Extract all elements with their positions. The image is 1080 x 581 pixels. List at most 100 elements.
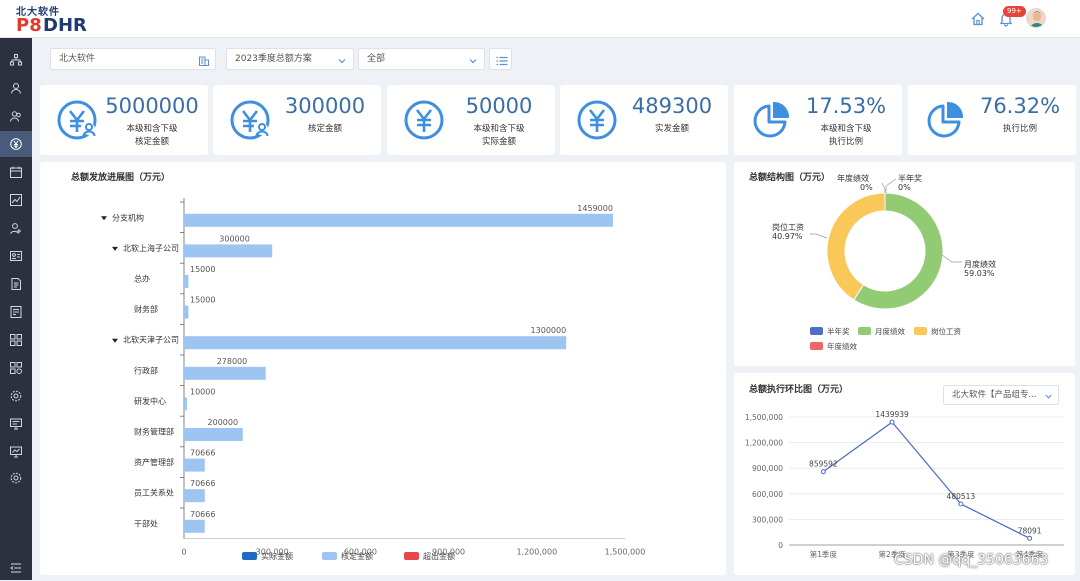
yen-person-icon [56,99,98,141]
home-icon[interactable] [970,11,986,27]
sidebar-item-people-icon[interactable] [0,103,32,129]
x-tick-label: 1,200,000 [516,548,557,557]
logo-dhr-text: DHR [43,15,87,36]
sidebar-item-trend-icon[interactable] [0,187,32,213]
donut-chart: 年度绩效0%半年奖0%月度绩效59.03%岗位工资40.97%半年奖 月度绩效 岗位… [772,173,996,351]
yen-person-icon [229,99,271,141]
kpi-label-line2: 实际金额 [481,137,516,147]
category-label: 员工关系处 [134,488,174,498]
category-label: 北软天津子公司 [123,335,179,345]
legend-label: 核定金额 [341,551,373,561]
legend-swatch [322,552,337,560]
chevron-down-icon [337,54,347,64]
building-icon [199,54,209,66]
sidebar-item-document-icon[interactable] [0,271,32,297]
kpi-label: 实发金额 [620,123,724,136]
sidebar-item-salary-icon[interactable] [0,131,32,157]
line-chart: 0 300,000 600,000 900,000 1,200,000 1,500,000… [745,410,1064,559]
category-label: 资产管理部 [134,457,174,467]
legend-label: 岗位工资 [931,326,961,336]
sidebar-item-org-icon[interactable] [0,47,32,73]
legend-swatch [914,327,927,335]
sidebar-item-config-icon[interactable] [0,465,32,491]
sidebar-item-apps-icon[interactable] [0,327,32,353]
bar-chart: 0 300,000 600,000 900,000 1,200,000 1,500,000… [101,198,646,561]
bar-value-label: 70666 [190,510,215,519]
kpi-label: 核定金额 [273,123,377,136]
x-tick-label: 1,500,000 [605,548,646,557]
watermark: CSDN @qq_35063663 [894,552,1049,568]
company-select[interactable]: 北大软件 [50,48,216,70]
sidebar-item-settings-icon[interactable] [0,383,32,409]
approved-bar [184,519,205,533]
sidebar-collapse-icon[interactable] [0,555,32,581]
kpi-label-line1: 本级和含下级 [473,124,525,134]
legend-label: 月度绩效 [875,326,905,336]
kpi-card: 50000 本级和含下级 实际金额 [387,85,555,155]
donut-label-line [881,182,886,193]
legend-swatch [242,552,257,560]
legend-swatch [810,342,823,350]
donut-label-pct: 0% [860,183,873,192]
kpi-label-line1: 核定金额 [307,124,342,134]
sidebar-item-report-icon[interactable] [0,299,32,325]
donut-label-name: 年度绩效 [837,173,869,183]
line-chart-panel: 总额执行环比图（万元） 北大软件【产品组专... 0 300,000 600,000… [734,373,1075,575]
kpi-card: 489300 实发金额 [560,85,728,155]
bar-value-label: 278000 [217,357,248,366]
donut-label-name: 半年奖 [898,173,922,183]
legend-swatch [810,327,823,335]
series-line [822,421,1030,539]
donut-label-line [941,254,962,263]
kpi-label-line2: 执行比例 [828,137,863,147]
sidebar-item-grid-icon[interactable] [0,355,32,381]
scope-select-value: 全部 [367,54,386,64]
approved-bar [184,213,613,227]
y-tick-label: 0 [778,541,783,550]
sidebar-item-user-card-icon[interactable] [0,243,32,269]
scope-select[interactable]: 全部 [358,48,485,70]
bar-value-label: 200000 [208,418,239,427]
plan-select[interactable]: 2023季度总额方案 [226,48,354,70]
sidebar-item-calendar-icon[interactable] [0,159,32,185]
user-avatar[interactable] [1026,8,1046,28]
tree-expand-icon [112,338,118,343]
approved-bar [184,489,205,503]
kpi-label: 本级和含下级 实际金额 [447,123,551,149]
x-tick-label: 0 [181,548,186,557]
donut-chart-panel: 总额结构图（万元） 年度绩效 0% 半年奖 0% 月度绩效 59.03% 岗位工资 40.97… [734,162,1075,366]
category-label: 行政部 [134,365,158,375]
bar-value-label: 1300000 [531,326,567,335]
kpi-value: 76.32% [979,94,1061,118]
list-view-button[interactable] [489,48,512,70]
category-label: 研发中心 [134,396,166,406]
donut-label-pct: 59.03% [964,269,995,278]
approved-bar [184,458,205,472]
y-tick-label: 600,000 [752,490,783,499]
donut-label-pct: 0% [898,183,911,192]
kpi-card: 5000000 本级和含下级 核定金额 [40,85,208,155]
kpi-value: 17.53% [805,94,887,118]
kpi-label-line1: 执行比例 [1002,124,1037,134]
kpi-value: 50000 [465,94,533,118]
kpi-card: 300000 核定金额 [213,85,381,155]
kpi-label-line1: 本级和含下级 [126,124,178,134]
tree-expand-icon [101,216,107,221]
bar-value-label: 15000 [190,296,215,305]
logo-p8-text: P8 [16,15,42,36]
data-label: 859592 [809,460,838,469]
y-tick-label: 900,000 [752,464,783,473]
approved-bar [184,397,187,411]
category-label: 分支机构 [112,212,144,222]
category-label: 财务管理部 [134,427,174,437]
sidebar-item-monitor-icon[interactable] [0,411,32,437]
kpi-label-line1: 本级和含下级 [820,124,872,134]
yen-icon [403,99,445,141]
sidebar-item-dashboard-icon[interactable] [0,439,32,465]
company-select-value: 北大软件 [59,54,96,64]
sidebar-item-add-user-icon[interactable] [0,215,32,241]
legend-label: 超出金额 [423,551,455,561]
app-logo[interactable]: 北大软件 P8 DHR [16,3,96,36]
bar-value-label: 10000 [190,387,215,396]
sidebar-item-person-icon[interactable] [0,75,32,101]
